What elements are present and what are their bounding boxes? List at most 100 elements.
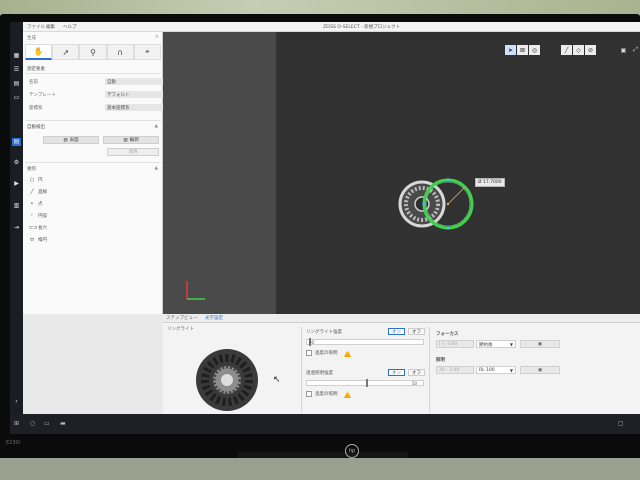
search-icon[interactable]: ○ xyxy=(30,420,35,427)
ellipse-icon: ⬭ xyxy=(29,237,35,243)
slash-icon[interactable]: ⊘ xyxy=(585,45,596,55)
divider xyxy=(25,73,161,74)
target-icon[interactable]: ◎ xyxy=(529,45,540,55)
contour-icon: ▨ xyxy=(123,137,128,143)
close-icon[interactable]: × xyxy=(155,34,159,40)
focus-select[interactable]: 節約後 ▼ xyxy=(476,340,516,348)
menu-bar: ファイル 編集 ヘルプ ZEISS O-SELECT - 新規プロジェクト xyxy=(23,22,640,32)
tab-optics-settings[interactable]: 光学設定 xyxy=(205,315,223,321)
illumination-label: 照明 xyxy=(436,358,445,363)
template-field[interactable]: デフォルト xyxy=(105,91,165,98)
tab-step-view[interactable]: ステップビュー xyxy=(166,315,198,321)
geometry-item-line[interactable]: ╱ 直線 xyxy=(29,189,47,195)
geometry-item-arc[interactable]: ◜ 円弧 xyxy=(29,213,47,219)
ring-light-slider[interactable] xyxy=(306,338,424,346)
pointer-icon[interactable]: ➤ xyxy=(505,45,516,55)
geometry-item-label: 楕円 xyxy=(38,238,47,243)
monitor-model-label: E230i xyxy=(6,440,21,446)
focus-save-button[interactable]: ▣ xyxy=(520,340,560,348)
save-icon: ▣ xyxy=(537,368,543,373)
fit-icon[interactable]: ⊠ xyxy=(517,45,528,55)
exit-icon[interactable]: ⇥ xyxy=(12,224,21,232)
point-icon: • xyxy=(30,201,34,207)
expand-panel-icon[interactable]: › xyxy=(12,398,21,406)
illumination-field[interactable]: 30 - 3.00 xyxy=(436,366,474,374)
diameter-label: Ø 17.7000 xyxy=(475,178,505,187)
arc-icon: ◜ xyxy=(31,213,33,219)
focus-illumination-controls: フォーカス [-] -3.00 節約後 ▼ ▣ 照明 30 - 3.00 RL … xyxy=(429,327,579,413)
play-icon[interactable]: ▶ xyxy=(12,180,21,188)
viewport-toolbar-extra: ▣ ⤢ xyxy=(618,45,640,55)
chevron-down-icon: ▼ xyxy=(509,342,513,347)
ring-light-title: リングライト xyxy=(167,327,194,332)
optics-panel: リングライト ↖ リングライト強度 オン オフ 90 過度の照明 ! 透過照明強… xyxy=(163,322,640,414)
screen-icon[interactable]: ▣ xyxy=(618,45,629,55)
geometry-item-ellipse[interactable]: ⬭ 楕円 xyxy=(29,237,47,243)
illumination-save-button[interactable]: ▣ xyxy=(520,366,560,374)
surface-button[interactable]: ▨ 表面 xyxy=(43,136,99,144)
geometry-item-label: 円 xyxy=(38,178,43,183)
task-view-icon[interactable]: ▭ xyxy=(44,420,50,427)
transmitted-light-on-toggle[interactable]: オン xyxy=(388,369,405,376)
viewport-toolbar-left: ➤ ⊠ ◎ xyxy=(505,45,540,55)
windows-bottom-taskbar: ⊞ ○ ▭ ▬ ▢ xyxy=(10,414,640,434)
gear-icon[interactable]: ⚙ xyxy=(12,159,21,167)
viewport-overview xyxy=(163,32,276,314)
diamond-icon[interactable]: ◇ xyxy=(573,45,584,55)
bars-icon[interactable]: ▤ xyxy=(12,80,21,88)
tool-tabs: ✋ ➚ ⚲ ∩ ⌖ xyxy=(25,44,162,60)
ring-light-on-toggle[interactable]: オン xyxy=(388,328,405,335)
menu-file[interactable]: ファイル xyxy=(27,24,45,30)
transmitted-light-slider[interactable] xyxy=(306,379,424,387)
name-field[interactable]: 自動 xyxy=(105,78,165,85)
windows-start-icon[interactable]: ⊞ xyxy=(14,420,19,427)
axis-icon[interactable]: ⌖ xyxy=(133,44,162,60)
menu-help[interactable]: ヘルプ xyxy=(63,24,77,30)
geometry-item-label: 点 xyxy=(38,202,43,207)
arrow-plus-icon[interactable]: ➚ xyxy=(52,44,80,60)
apply-button[interactable]: 適用 xyxy=(107,148,159,156)
expand-icon[interactable]: ⤢ xyxy=(630,45,640,55)
coordinate-system-label: 座標系 xyxy=(29,106,43,111)
geometry-item-label: 直線 xyxy=(38,190,47,195)
monitor-icon[interactable]: ▭ xyxy=(12,94,21,102)
geometry-item-circle[interactable]: ○ 円 xyxy=(29,177,43,183)
list-icon[interactable]: ☰ xyxy=(12,66,21,74)
collapse-icon[interactable]: ▲ xyxy=(155,124,158,129)
magnet-icon[interactable]: ∩ xyxy=(106,44,134,60)
file-explorer-icon[interactable]: ▬ xyxy=(60,420,66,427)
hand-icon[interactable]: ✋ xyxy=(25,44,53,60)
screen: ▦ ☰ ▤ ▭ ▤ ⚙ ▶ ▥ ⇥ › ファイル 編集 ヘルプ ZEISS O-… xyxy=(10,22,640,434)
camera-viewport[interactable]: ➤ ⊠ ◎ ╱ ◇ ⊘ ▣ ⤢ Ø 17.7000 xyxy=(163,32,640,314)
illumination-select-value: RL 100 xyxy=(479,368,495,373)
coordinate-system-field[interactable]: 基本座標系 xyxy=(105,104,165,111)
pin-icon[interactable]: ⚲ xyxy=(79,44,107,60)
illumination-select[interactable]: RL 100 ▼ xyxy=(476,366,516,374)
ring-light-off-toggle[interactable]: オフ xyxy=(408,328,425,335)
transmitted-light-off-toggle[interactable]: オフ xyxy=(408,369,425,376)
transmitted-light-slider-thumb[interactable] xyxy=(366,379,368,387)
geometry-item-slot[interactable]: ⊂⊃ 長穴 xyxy=(29,225,47,231)
save-icon: ▣ xyxy=(537,342,543,347)
template-label: テンプレート xyxy=(29,93,56,98)
menu-edit[interactable]: 編集 xyxy=(46,24,55,30)
ribbon-icon[interactable]: ▦ xyxy=(12,52,21,60)
focus-select-value: 節約後 xyxy=(479,343,493,348)
transmitted-light-excess-label: 過度の照明 xyxy=(315,392,338,397)
monitor-brand-logo: hp xyxy=(345,444,359,458)
transmitted-light-excess-checkbox[interactable] xyxy=(306,391,312,397)
focus-field[interactable]: [-] -3.00 xyxy=(436,340,474,348)
report-icon[interactable]: ▥ xyxy=(12,202,21,210)
collapse-icon[interactable]: ▲ xyxy=(155,166,158,171)
contour-button[interactable]: ▨ 輪郭 xyxy=(103,136,159,144)
ring-light-excess-checkbox[interactable] xyxy=(306,350,312,356)
line-tool-icon[interactable]: ╱ xyxy=(561,45,572,55)
ring-light-intensity-label: リングライト強度 xyxy=(306,330,342,335)
document-active-icon[interactable]: ▤ xyxy=(12,138,21,146)
geometry-item-point[interactable]: • 点 xyxy=(29,201,43,207)
light-controls: リングライト強度 オン オフ 90 過度の照明 ! 透過照明強度 オン オフ 5… xyxy=(301,327,427,413)
ring-light-diagram[interactable] xyxy=(191,347,267,413)
warning-icon: ! xyxy=(344,350,351,357)
divider xyxy=(25,162,161,163)
notification-icon[interactable]: ▢ xyxy=(618,420,624,427)
